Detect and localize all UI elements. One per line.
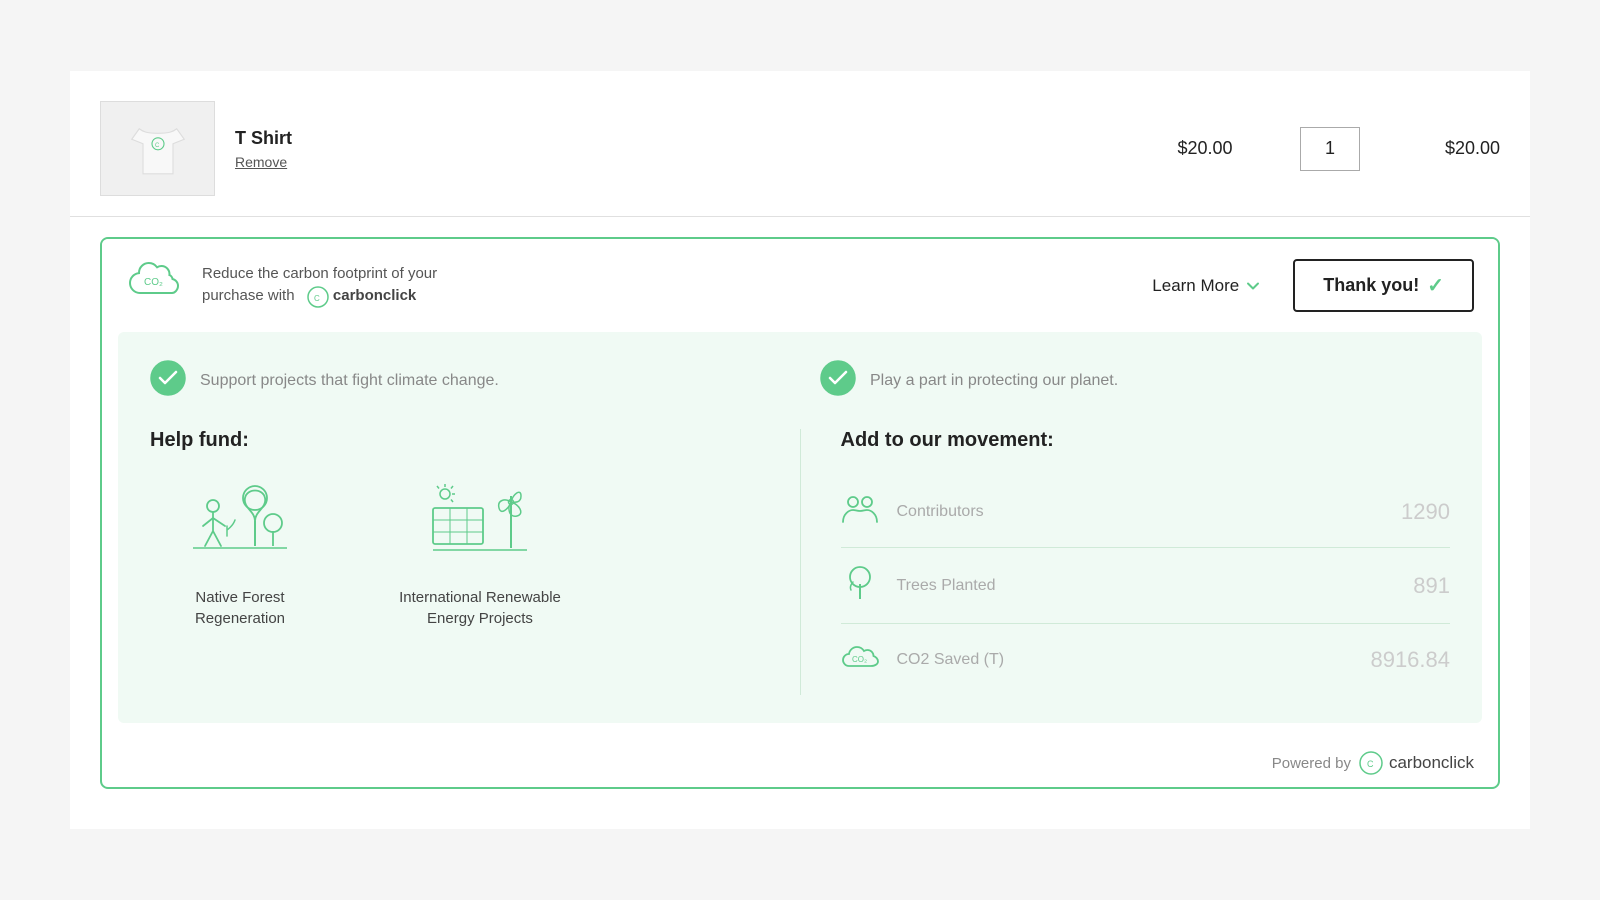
product-name: T Shirt [235,128,1110,149]
movement-stats-list: Contributors 1290 [841,476,1451,695]
contributors-icon [841,492,879,531]
carbon-footer: Powered by C carbonclick [102,739,1498,787]
stat-row-co2: CO₂ CO2 Saved (T) 8916.84 [841,624,1451,695]
carbonclick-footer-name: carbonclick [1389,753,1474,773]
product-image: C [100,101,215,196]
remove-link[interactable]: Remove [235,154,287,170]
check-item-left: Support projects that fight climate chan… [150,360,780,401]
carbon-header-description: Reduce the carbon footprint of your purc… [202,263,1120,308]
check-circle-right [820,360,856,401]
renewable-project-icon [425,476,535,571]
product-row: C T Shirt Remove $20.00 1 $20.00 [70,91,1530,217]
thank-you-button[interactable]: Thank you! ✓ [1293,259,1474,312]
carbon-widget: CO₂ Reduce the carbon footprint of your … [100,237,1500,789]
movement-section: Add to our movement: Contri [800,429,1451,695]
fund-projects-list: Native Forest Regeneration [150,476,760,629]
trees-value: 891 [1413,573,1450,599]
check-text-left: Support projects that fight climate chan… [200,372,499,390]
help-fund-section: Help fund: [150,429,800,695]
carbon-body: Support projects that fight climate chan… [118,332,1482,723]
check-circle-left [150,360,186,401]
product-total: $20.00 [1380,138,1500,159]
check-item-right: Play a part in protecting our planet. [820,360,1450,401]
product-price: $20.00 [1130,138,1280,159]
product-info: T Shirt Remove [235,128,1110,170]
trees-label: Trees Planted [897,577,1396,595]
contributors-value: 1290 [1401,499,1450,525]
svg-text:C: C [314,294,320,303]
help-fund-title: Help fund: [150,429,760,452]
svg-text:CO₂: CO₂ [144,277,163,288]
page-container: C T Shirt Remove $20.00 1 $20.00 CO₂ Red… [70,71,1530,829]
fund-project-forest-label: Native Forest Regeneration [150,587,330,629]
stat-row-trees: Trees Planted 891 [841,548,1451,624]
co2-value: 8916.84 [1370,647,1450,673]
carbon-body-checks: Support projects that fight climate chan… [150,360,1450,401]
thank-you-checkmark: ✓ [1427,273,1444,298]
co2-label: CO2 Saved (T) [897,651,1353,669]
carbonclick-inline-logo: C carbonclick [299,285,417,308]
fund-project-forest: Native Forest Regeneration [150,476,330,629]
carbon-body-main: Help fund: [150,429,1450,695]
carbon-header: CO₂ Reduce the carbon footprint of your … [102,239,1498,332]
co2-cloud-icon: CO₂ [126,257,186,314]
powered-by-text: Powered by [1272,755,1351,772]
svg-text:C: C [1367,759,1374,769]
check-text-right: Play a part in protecting our planet. [870,372,1118,390]
forest-project-icon [185,476,295,571]
stat-row-contributors: Contributors 1290 [841,476,1451,548]
fund-project-renewable-label: International Renewable Energy Projects [390,587,570,629]
learn-more-button[interactable]: Learn More [1136,268,1277,304]
chevron-down-icon [1245,278,1261,294]
carbonclick-footer-logo: C carbonclick [1359,751,1474,775]
product-quantity[interactable]: 1 [1300,127,1360,171]
co2-saved-icon: CO₂ [841,640,879,679]
trees-icon [841,564,879,607]
movement-title: Add to our movement: [841,429,1451,452]
svg-text:CO₂: CO₂ [852,655,867,664]
contributors-label: Contributors [897,503,1384,521]
svg-text:C: C [155,142,160,148]
fund-project-renewable: International Renewable Energy Projects [390,476,570,629]
